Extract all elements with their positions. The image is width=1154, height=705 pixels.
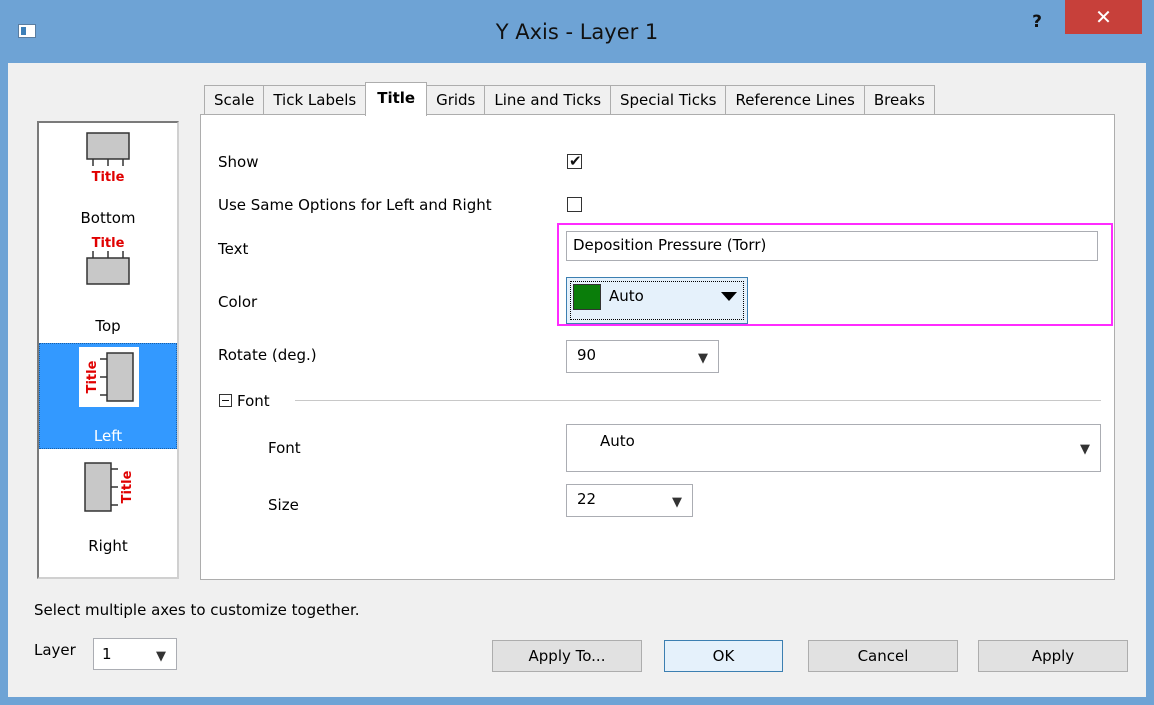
tab-strip: Scale Tick Labels Title Grids Line and T… [204, 82, 935, 116]
color-label: Color [218, 293, 258, 311]
size-label: Size [268, 496, 299, 514]
layer-select[interactable]: 1 ▼ [93, 638, 177, 670]
close-icon: ✕ [1095, 5, 1112, 29]
close-button[interactable]: ✕ [1065, 0, 1142, 34]
font-group-divider [295, 400, 1101, 401]
axis-item-right[interactable]: Title Right [39, 453, 177, 559]
checkmark-icon: ✔ [569, 152, 582, 170]
axis-label-right: Right [88, 537, 128, 555]
rotate-value: 90 [577, 346, 597, 364]
show-checkbox[interactable]: ✔ [567, 152, 582, 170]
tab-line-and-ticks[interactable]: Line and Ticks [484, 85, 611, 115]
title-text-input[interactable]: Deposition Pressure (Torr) [566, 231, 1098, 261]
axis-icon-text: Title [85, 360, 100, 393]
rotate-label: Rotate (deg.) [218, 346, 317, 364]
tab-special-ticks[interactable]: Special Ticks [610, 85, 726, 115]
top-axis-icon: Title [86, 236, 130, 285]
ok-button[interactable]: OK [664, 640, 783, 672]
chevron-down-icon: ▼ [698, 351, 708, 366]
axis-item-bottom[interactable]: Title Bottom [39, 125, 177, 231]
hint-text: Select multiple axes to customize togeth… [34, 601, 360, 619]
axis-label-left: Left [93, 427, 123, 445]
apply-to-button[interactable]: Apply To... [492, 640, 642, 672]
dialog-client-area: Title Bottom Title Top Title Left Title … [8, 63, 1146, 697]
axis-icon-text: Title [92, 170, 125, 185]
axis-item-top[interactable]: Title Top [39, 233, 177, 339]
axis-icon-text: Title [92, 236, 125, 251]
chevron-down-icon: ▼ [1080, 442, 1090, 457]
chevron-down-icon: ▼ [156, 649, 166, 664]
font-label: Font [268, 439, 301, 457]
axis-label-top: Top [95, 317, 121, 335]
text-label: Text [218, 240, 249, 258]
rotate-select[interactable]: 90 ▼ [566, 340, 719, 373]
dropdown-arrow-icon [721, 292, 737, 301]
font-group-label: Font [237, 392, 270, 410]
axis-item-left[interactable]: Title Left [39, 343, 177, 449]
tab-scale[interactable]: Scale [204, 85, 264, 115]
window-title: Y Axis - Layer 1 [495, 20, 659, 44]
show-label: Show [218, 153, 259, 171]
axis-list: Title Bottom Title Top Title Left Title … [37, 121, 179, 579]
bottom-axis-icon: Title [86, 132, 130, 185]
layer-label: Layer [34, 641, 76, 659]
color-value: Auto [609, 287, 644, 305]
tab-reference-lines[interactable]: Reference Lines [725, 85, 864, 115]
left-axis-icon: Title [79, 347, 139, 407]
layer-value: 1 [102, 645, 112, 663]
tab-breaks[interactable]: Breaks [863, 85, 935, 115]
cancel-button[interactable]: Cancel [808, 640, 958, 672]
tab-tick-labels[interactable]: Tick Labels [263, 85, 366, 115]
right-axis-icon: Title [84, 462, 135, 512]
apply-button[interactable]: Apply [978, 640, 1128, 672]
title-bar: Y Axis - Layer 1 ? ✕ [0, 0, 1154, 60]
same-options-checkbox[interactable] [567, 197, 582, 212]
font-value: Auto [600, 432, 635, 450]
help-button[interactable]: ? [1028, 12, 1046, 34]
axis-icon-text: Title [120, 470, 135, 503]
size-value: 22 [577, 490, 597, 508]
collapse-icon[interactable] [219, 394, 232, 407]
same-options-label: Use Same Options for Left and Right [218, 196, 492, 214]
size-select[interactable]: 22 ▼ [566, 484, 693, 517]
font-select[interactable]: Auto ▼ [566, 424, 1101, 472]
tab-grids[interactable]: Grids [427, 85, 485, 115]
axis-label-bottom: Bottom [80, 209, 136, 227]
title-text-value: Deposition Pressure (Torr) [573, 236, 767, 254]
tab-title[interactable]: Title [365, 82, 428, 116]
dialog-window: Y Axis - Layer 1 ? ✕ Title Bottom Title [0, 0, 1154, 705]
color-swatch [573, 284, 601, 310]
chevron-down-icon: ▼ [672, 495, 682, 510]
color-dropdown[interactable]: Auto [566, 277, 748, 324]
